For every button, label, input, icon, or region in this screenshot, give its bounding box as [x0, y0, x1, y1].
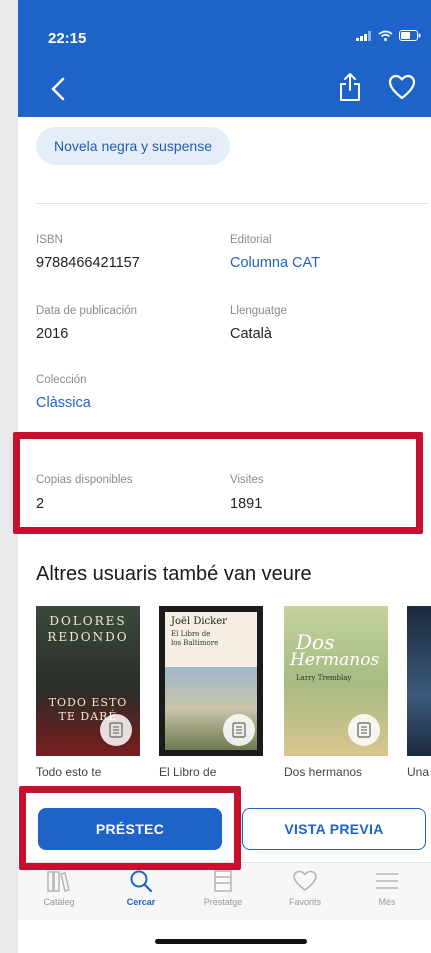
share-icon[interactable] — [338, 72, 362, 102]
cover-title: TODO ESTO — [48, 696, 128, 709]
back-chevron-icon[interactable] — [48, 76, 70, 102]
language-value: Català — [230, 326, 272, 342]
heart-icon — [293, 870, 317, 891]
favorite-heart-icon[interactable] — [388, 74, 416, 100]
publisher-link[interactable]: Columna CAT — [230, 255, 320, 271]
ebook-badge — [223, 714, 255, 746]
wifi-icon — [378, 30, 393, 41]
header-bar: 22:15 — [18, 0, 431, 117]
cover-title: El Libro de — [171, 630, 211, 638]
tab-label: Prestatge — [203, 897, 243, 907]
publication-date-value: 2016 — [36, 326, 69, 342]
book-caption[interactable]: Todo esto te — [36, 765, 140, 779]
status-time: 22:15 — [48, 30, 87, 47]
isbn-value: 9788466421157 — [36, 255, 140, 271]
book-cover-dos-hermanos[interactable]: Dos Hermanos Larry Tremblay — [284, 606, 388, 756]
related-section-title: Altres usuaris també van veure — [36, 563, 312, 585]
book-caption[interactable]: El Libro de — [159, 765, 263, 779]
signal-icon — [356, 30, 371, 41]
tab-shelf[interactable]: Prestatge — [182, 869, 264, 907]
collection-label: Colección — [36, 374, 87, 386]
search-icon — [130, 870, 153, 893]
highlight-box-loan-button — [19, 786, 241, 870]
isbn-label: ISBN — [36, 234, 63, 246]
cover-art — [407, 606, 431, 756]
tab-catalog[interactable]: Catàleg — [18, 869, 100, 907]
ebook-badge — [348, 714, 380, 746]
cover-author: DOLORES — [49, 614, 127, 628]
tab-search[interactable]: Cercar — [100, 869, 182, 907]
tab-label: Més — [378, 897, 396, 907]
shelf-icon — [214, 870, 232, 892]
home-indicator — [155, 939, 307, 944]
book-cover-una[interactable] — [407, 606, 431, 756]
publisher-label: Editorial — [230, 234, 272, 246]
language-label: Llenguatge — [230, 305, 287, 317]
status-icons — [356, 30, 421, 41]
genre-chip[interactable]: Novela negra y suspense — [36, 127, 230, 165]
tab-bar: Catàleg Cercar Prestatge Favorits Més — [18, 862, 431, 920]
cover-title-2: los Baltimore — [171, 639, 219, 647]
book-caption[interactable]: Una — [407, 765, 431, 779]
cover-author-2: REDONDO — [47, 630, 129, 644]
tab-label: Favorits — [288, 897, 321, 907]
book-caption[interactable]: Dos hermanos — [284, 765, 388, 779]
document-icon — [109, 722, 123, 738]
tab-favorites[interactable]: Favorits — [264, 869, 346, 907]
document-icon — [357, 722, 371, 738]
books-icon — [47, 871, 70, 892]
battery-icon — [399, 30, 421, 41]
tab-more[interactable]: Més — [346, 869, 428, 907]
cover-author: Larry Tremblay — [296, 674, 352, 682]
book-cover-todo-esto[interactable]: DOLORES REDONDO TODO ESTO TE DARÉ — [36, 606, 140, 756]
collection-link[interactable]: Clàssica — [36, 395, 91, 411]
ebook-badge — [100, 714, 132, 746]
divider — [36, 203, 429, 204]
document-icon — [232, 722, 246, 738]
cover-title-2: Hermanos — [290, 650, 380, 670]
cover-author: Joël Dicker — [171, 616, 227, 627]
tab-label: Cercar — [126, 897, 156, 907]
publication-date-label: Data de publicación — [36, 305, 138, 317]
tab-label: Catàleg — [43, 897, 75, 907]
preview-button[interactable]: VISTA PREVIA — [242, 808, 426, 850]
highlight-box-stats — [13, 432, 423, 534]
menu-icon — [376, 873, 398, 889]
book-cover-el-libro[interactable]: Joël Dicker El Libro de los Baltimore — [159, 606, 263, 756]
